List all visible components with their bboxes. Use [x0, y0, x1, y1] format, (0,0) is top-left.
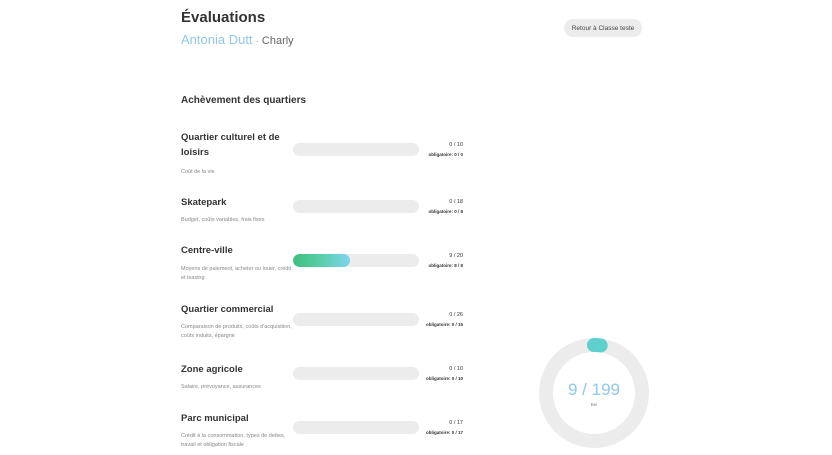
score-value: 9 / 20 [449, 253, 463, 259]
total-score: 9 / 199 [568, 380, 620, 399]
district-description: Salaire, prévoyance, assurances [181, 384, 261, 390]
score-value: 0 / 18 [449, 199, 463, 205]
progress-bar [293, 143, 419, 156]
district-name: Quartier commercial [181, 304, 274, 315]
district-score: 0 / 10 obligatoire: 0 / 10 [426, 365, 463, 383]
district-name: Centre-ville [181, 245, 233, 256]
district-description: Crédit à la consommation, types de dette… [181, 433, 286, 448]
student-name: Antonia Dutt [181, 32, 253, 47]
total-label: Bei [590, 402, 598, 407]
progress-bar [293, 367, 419, 380]
district-score: 0 / 18 obligatoire: 0 / 8 [428, 198, 463, 216]
required-score: obligatoire: 0 / 15 [425, 322, 463, 327]
total-progress-donut: 9 / 199 Bei [536, 335, 652, 451]
section-title: Achèvement des quartiers [181, 95, 307, 106]
score-value: 0 / 10 [449, 366, 463, 372]
district-name: Zone agricole [181, 364, 243, 375]
required-score: obligatoire: 0 / 0 [428, 152, 463, 157]
page-title: Évaluations [181, 9, 266, 26]
district-score: 0 / 10 obligatoire: 0 / 0 [428, 141, 463, 159]
class-name: Charly [261, 35, 294, 47]
student-info: Antonia Dutt · Charly [181, 32, 294, 47]
district-name: Parc municipal [181, 413, 249, 424]
score-value: 0 / 26 [449, 312, 463, 318]
score-value: 0 / 17 [449, 420, 463, 426]
required-score: obligatoire: 0 / 17 [425, 430, 463, 435]
progress-bar [293, 254, 419, 267]
score-value: 0 / 10 [449, 142, 463, 148]
progress-bar-fill [293, 254, 350, 267]
district-description: Moyens de paiement, acheter ou louer, cr… [181, 266, 292, 281]
district-description: Budget, coûts variables, frais fixes [181, 217, 265, 223]
progress-bar [293, 421, 419, 434]
required-score: obligatoire: 0 / 10 [425, 376, 463, 381]
district-name: Skatepark [181, 197, 227, 208]
district-score: 0 / 17 obligatoire: 0 / 17 [426, 419, 463, 437]
district-description: Comparaison de produits, coûts d'acquisi… [181, 324, 292, 339]
required-score: obligatoire: 0 / 8 [428, 209, 463, 214]
district-name: Quartier culturel et de loisirs [181, 132, 280, 158]
district-description: Coût de la vie [181, 169, 215, 175]
back-to-class-button[interactable]: Retour à Classe teste [564, 19, 642, 37]
district-score: 9 / 20 obligatoire: 8 / 8 [428, 252, 463, 270]
progress-bar [293, 313, 419, 326]
progress-bar [293, 200, 419, 213]
district-score: 0 / 26 obligatoire: 0 / 15 [426, 311, 463, 329]
required-score: obligatoire: 8 / 8 [428, 263, 463, 268]
separator: · [255, 36, 259, 47]
